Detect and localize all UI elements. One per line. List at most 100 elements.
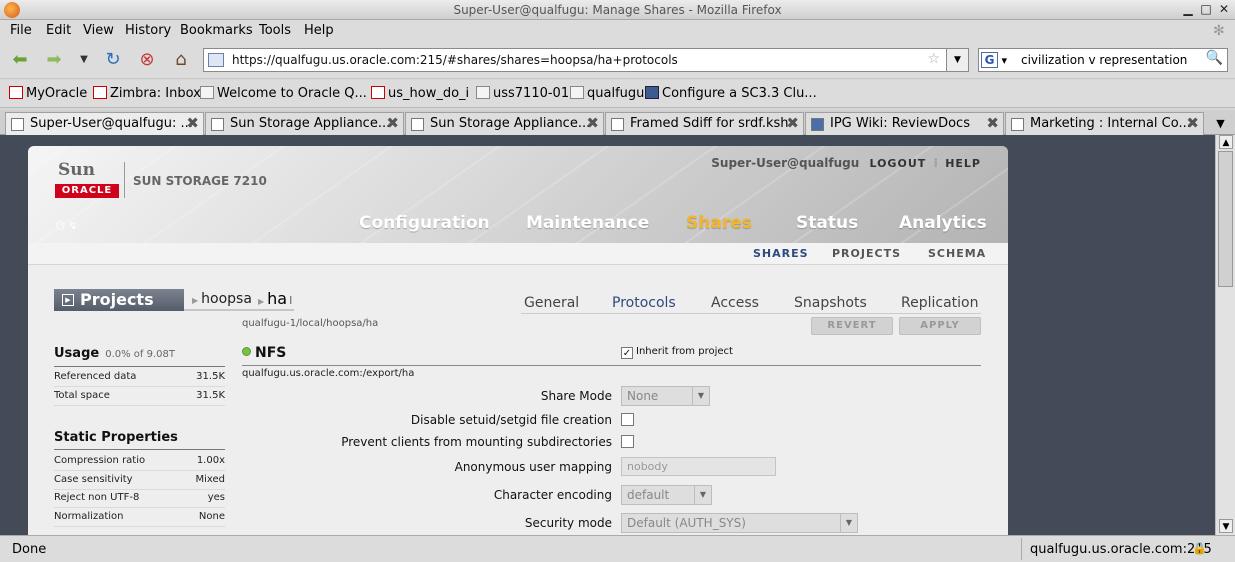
reload-icon[interactable]: ↻ (101, 49, 125, 71)
share-mode-select[interactable]: None ▼ (621, 386, 710, 406)
tab-ipg-wiki[interactable]: IPG Wiki: ReviewDocs ✖ (805, 112, 1004, 135)
window-titlebar[interactable]: Super-User@qualfugu: Manage Shares - Moz… (0, 0, 1235, 20)
page-icon (476, 86, 490, 99)
close-tab-icon[interactable]: ✖ (586, 114, 599, 132)
disable-setuid-label: Disable setuid/setgid file creation (410, 413, 612, 427)
menu-edit[interactable]: Edit (46, 23, 71, 38)
close-tab-icon[interactable]: ✖ (186, 114, 199, 132)
product-name: SUN STORAGE 7210 (124, 162, 267, 198)
tab-access[interactable]: Access (711, 295, 759, 311)
char-encoding-select[interactable]: default ▼ (621, 485, 712, 505)
property-label: Normalization (54, 511, 124, 522)
minimize-button[interactable]: ▁ (1180, 2, 1196, 17)
site-identity-icon[interactable] (208, 53, 224, 67)
bookmark-myoracle[interactable]: MyOracle (9, 86, 87, 101)
tab-protocols[interactable]: Protocols (612, 295, 676, 311)
forward-arrow-icon[interactable]: ➡ (42, 49, 66, 71)
inherit-checkbox[interactable]: ✓ (621, 347, 633, 359)
close-tab-icon[interactable]: ✖ (986, 114, 999, 132)
projects-panel-toggle[interactable]: ▶ Projects (54, 289, 184, 311)
subnav-schema[interactable]: SCHEMA (928, 247, 986, 260)
search-input[interactable]: civilization v representation (1021, 53, 1187, 67)
prevent-mount-checkbox[interactable] (621, 435, 634, 448)
subnav-projects[interactable]: PROJECTS (832, 247, 901, 260)
scroll-thumb[interactable] (1218, 151, 1233, 287)
tab-snapshots[interactable]: Snapshots (794, 295, 867, 311)
breadcrumb-share-label: ha (267, 289, 288, 308)
vertical-scrollbar[interactable]: ▲ ▼ (1215, 135, 1235, 535)
bookmark-qualfugu[interactable]: qualfugu (570, 86, 644, 101)
search-icon[interactable]: 🔍 (1206, 50, 1223, 66)
tab-super-user[interactable]: Super-User@qualfugu: ... ✖ (5, 112, 204, 135)
nav-status[interactable]: Status (796, 213, 858, 233)
bookmark-uss7110[interactable]: uss7110-01 (476, 86, 569, 101)
close-window-button[interactable]: ✕ (1216, 2, 1232, 17)
scroll-up-icon[interactable]: ▲ (1219, 135, 1233, 149)
status-host: qualfugu.us.oracle.com:215 (1021, 538, 1212, 560)
close-tab-icon[interactable]: ✖ (1186, 114, 1199, 132)
close-tab-icon[interactable]: ✖ (786, 114, 799, 132)
tab-marketing[interactable]: Marketing : Internal Co... ✖ (1005, 112, 1204, 135)
subnav-shares[interactable]: SHARES (753, 247, 809, 260)
inherit-from-project[interactable]: ✓ Inherit from project (621, 346, 733, 359)
nav-maintenance[interactable]: Maintenance (526, 213, 649, 233)
edit-name-icon[interactable]: I (289, 294, 292, 307)
user-bar: Super-User@qualfugu LOGOUT ⁞ HELP (711, 156, 981, 170)
menu-tools[interactable]: Tools (259, 23, 291, 38)
breadcrumb-arrow-icon: ▶ (258, 297, 265, 306)
url-bar[interactable]: https://qualfugu.us.oracle.com:215/#shar… (203, 48, 969, 72)
menu-file[interactable]: File (10, 23, 32, 38)
history-dropdown-icon[interactable]: ▼ (72, 49, 96, 71)
tab-general[interactable]: General (524, 295, 579, 311)
close-tab-icon[interactable]: ✖ (386, 114, 399, 132)
tab-sun-storage-2[interactable]: Sun Storage Appliance... ✖ (405, 112, 604, 135)
menu-view[interactable]: View (83, 23, 114, 38)
stop-icon[interactable]: ⊗ (135, 49, 159, 71)
back-arrow-icon[interactable]: ⬅ (8, 49, 32, 71)
tab-label: IPG Wiki: ReviewDocs (830, 116, 970, 131)
anon-mapping-input[interactable]: nobody (621, 457, 776, 476)
bookmark-us-how-do-i[interactable]: us_how_do_i (371, 86, 469, 101)
bookmark-star-icon[interactable]: ☆ (927, 51, 940, 67)
revert-button[interactable]: REVERT (811, 317, 893, 335)
bookmark-configure-sc33[interactable]: Configure a SC3.3 Clu... (645, 86, 817, 101)
oracle-icon (9, 86, 23, 99)
url-dropdown-icon[interactable]: ▼ (946, 49, 968, 71)
tab-replication[interactable]: Replication (901, 295, 978, 311)
apply-button[interactable]: APPLY (899, 317, 981, 335)
menu-history[interactable]: History (125, 23, 171, 38)
nav-shares[interactable]: Shares (686, 213, 752, 233)
maximize-button[interactable]: □ (1198, 2, 1214, 17)
security-mode-select[interactable]: Default (AUTH_SYS) ▼ (621, 513, 858, 533)
tab-list-dropdown-icon[interactable]: ▼ (1206, 112, 1235, 135)
bookmark-welcome[interactable]: Welcome to Oracle Q... (200, 86, 367, 101)
char-encoding-label: Character encoding (493, 488, 612, 502)
bookmark-zimbra[interactable]: Zimbra: Inbox (93, 86, 201, 101)
property-label: Reject non UTF-8 (54, 492, 140, 503)
home-icon[interactable]: ⌂ (169, 49, 193, 71)
tab-sun-storage-1[interactable]: Sun Storage Appliance... ✖ (205, 112, 404, 135)
page-icon (211, 118, 224, 131)
dropdown-arrow-icon: ▼ (694, 486, 711, 504)
tab-label: Marketing : Internal Co... (1030, 116, 1191, 131)
disable-setuid-checkbox[interactable] (621, 413, 634, 426)
search-engine-selector[interactable]: G ▾ (981, 52, 1013, 69)
help-link[interactable]: HELP (945, 157, 981, 170)
power-icon[interactable]: ⏻ (56, 219, 65, 232)
restart-icon[interactable]: ↯ (68, 219, 77, 232)
url-text[interactable]: https://qualfugu.us.oracle.com:215/#shar… (232, 53, 678, 67)
breadcrumb-project-label: hoopsa (201, 291, 252, 307)
menu-bookmarks[interactable]: Bookmarks (180, 23, 253, 38)
nav-analytics[interactable]: Analytics (899, 213, 987, 233)
menu-help[interactable]: Help (304, 23, 334, 38)
tab-framed-sdiff[interactable]: Framed Sdiff for srdf.ksh ✖ (605, 112, 804, 135)
breadcrumb-project[interactable]: ▶ hoopsa (192, 291, 252, 307)
divider (242, 365, 981, 366)
throbber-icon: ✻ (1213, 23, 1225, 39)
logout-link[interactable]: LOGOUT (869, 157, 926, 170)
lock-icon[interactable]: 🔒 (1192, 541, 1207, 555)
scroll-down-icon[interactable]: ▼ (1219, 519, 1233, 533)
property-row: Reject non UTF-8 yes (54, 489, 225, 508)
search-box[interactable]: G ▾ civilization v representation 🔍 (978, 48, 1228, 72)
nav-configuration[interactable]: Configuration (359, 213, 490, 233)
